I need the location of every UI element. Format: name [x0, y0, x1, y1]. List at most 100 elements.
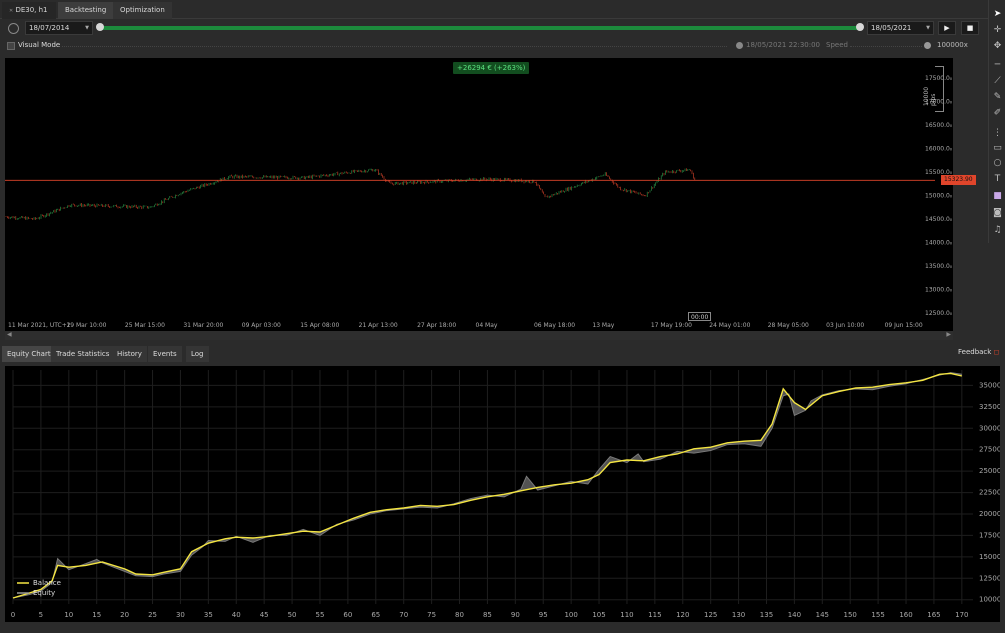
- feedback-button[interactable]: Feedback ◻: [958, 348, 999, 356]
- brush-icon[interactable]: ✐: [992, 108, 1003, 119]
- time-tick-label: 27 Apr 18:00: [417, 322, 456, 329]
- time-tick-label: 11 Mar 2021, UTC+2: [8, 322, 71, 329]
- pencil-icon[interactable]: ✎: [992, 92, 1003, 103]
- x-tick-label: 0: [11, 611, 15, 619]
- x-tick-label: 30: [176, 611, 185, 619]
- backtest-date-bar: 18/07/2014 ▼ 18/05/2021 ▼ ▶ ■: [0, 20, 988, 37]
- feedback-icon: ◻: [993, 348, 1000, 356]
- y-tick-label: 32500: [979, 403, 1000, 411]
- x-tick-label: 85: [483, 611, 492, 619]
- legend-label-equity: Equity: [33, 589, 55, 597]
- tab-backtesting[interactable]: Backtesting: [58, 2, 114, 19]
- period-slider-track[interactable]: [100, 26, 860, 30]
- y-tick-label: 30000: [979, 424, 1000, 432]
- y-tick-label: 35000: [979, 381, 1000, 389]
- equity-chart[interactable]: 10000 12500 15000 17500 20000 22500 25000 27500…: [5, 366, 1000, 622]
- y-tick-label: 20000: [979, 510, 1000, 518]
- y-tick-label: 27500: [979, 446, 1000, 454]
- price-tick-label: 16000.0₀: [925, 146, 953, 153]
- crosshair-time-tag: 00:00: [688, 312, 712, 321]
- x-tick-label: 45: [260, 611, 269, 619]
- x-tick-label: 155: [871, 611, 884, 619]
- y-tick-label: 15000: [979, 553, 1000, 561]
- price-tick-label: 13000.0₀: [925, 286, 953, 293]
- play-button[interactable]: ▶: [938, 21, 956, 35]
- x-tick-label: 65: [371, 611, 380, 619]
- x-tick-label: 90: [511, 611, 520, 619]
- x-tick-label: 10: [64, 611, 73, 619]
- slider-start-handle[interactable]: [96, 23, 104, 31]
- color-swatch-icon[interactable]: ■: [992, 191, 1003, 202]
- move-icon[interactable]: ✥: [992, 41, 1003, 52]
- settings-circle-button[interactable]: [8, 23, 19, 34]
- current-time: 18/05/2021 22:30:00: [746, 41, 821, 49]
- tab-trade-statistics[interactable]: Trade Statistics: [51, 346, 115, 362]
- start-date-field[interactable]: 18/07/2014 ▼: [25, 21, 93, 35]
- text-icon[interactable]: T: [992, 174, 1003, 185]
- price-tick-label: 12500.0₀: [925, 310, 953, 317]
- ellipse-icon[interactable]: ○: [992, 158, 1003, 169]
- x-tick-label: 40: [232, 611, 241, 619]
- y-tick-label: 12500: [979, 574, 1000, 582]
- end-date-value: 18/05/2021: [871, 24, 912, 32]
- crosshair-icon[interactable]: ✛: [992, 25, 1003, 36]
- rectangle-icon[interactable]: ▭: [992, 143, 1003, 154]
- divider: [62, 46, 727, 47]
- x-tick-label: 165: [927, 611, 940, 619]
- bell-icon[interactable]: ♫: [992, 225, 1003, 236]
- tab-events[interactable]: Events: [148, 346, 182, 362]
- price-chart[interactable]: 17500.0₀ 17000.0₀ 16500.0₀ 16000.0₀ 15500.0₀…: [5, 58, 976, 331]
- time-tick-label: 21 Apr 13:00: [359, 322, 398, 329]
- x-tick-label: 145: [816, 611, 829, 619]
- x-tick-label: 140: [788, 611, 801, 619]
- price-tick-label: 13500.0₀: [925, 263, 953, 270]
- tab-history[interactable]: History: [112, 346, 147, 362]
- y-tick-label: 17500: [979, 531, 1000, 539]
- tab-symbol[interactable]: ✕ DE30, h1: [2, 2, 56, 19]
- chart-scrollbar[interactable]: ◀ ▶: [5, 331, 953, 340]
- tab-log[interactable]: Log: [186, 346, 209, 362]
- horizontal-line-icon[interactable]: ─: [992, 60, 1003, 71]
- close-icon[interactable]: ✕: [9, 8, 13, 14]
- price-tick-label: 15000.0₀: [925, 193, 953, 200]
- legend-label-balance: Balance: [33, 579, 61, 587]
- time-tick-label: 03 Jun 10:00: [826, 322, 864, 329]
- visual-mode-checkbox[interactable]: [7, 42, 15, 50]
- camera-icon[interactable]: ◙: [992, 208, 1003, 219]
- x-tick-label: 80: [455, 611, 464, 619]
- y-tick-label: 22500: [979, 489, 1000, 497]
- x-tick-label: 25: [148, 611, 157, 619]
- tab-optimization[interactable]: Optimization: [113, 2, 172, 19]
- price-tick-label: 16500.0₀: [925, 122, 953, 129]
- time-tick-label: 19 Mar 10:00: [66, 322, 106, 329]
- speed-slider[interactable]: [850, 46, 922, 47]
- tab-equity-chart[interactable]: Equity Chart: [2, 346, 56, 362]
- x-tick-label: 105: [592, 611, 605, 619]
- price-chart-canvas[interactable]: 17500.0₀17000.0₀16500.0₀16000.0₀15500.0₀…: [5, 58, 953, 331]
- time-dot-icon: [736, 42, 743, 49]
- speed-handle[interactable]: [924, 42, 931, 49]
- end-date-field[interactable]: 18/05/2021 ▼: [867, 21, 934, 35]
- fibonacci-icon[interactable]: ⋮: [992, 128, 1003, 139]
- time-tick-label: 17 May 19:00: [651, 322, 692, 329]
- time-tick-label: 25 Mar 15:00: [125, 322, 165, 329]
- x-tick-label: 35: [204, 611, 213, 619]
- slider-end-handle[interactable]: [856, 23, 864, 31]
- x-tick-label: 75: [427, 611, 436, 619]
- y-tick-label: 25000: [979, 467, 1000, 475]
- cursor-icon[interactable]: ➤: [992, 9, 1003, 20]
- current-price-tag: 15323.90: [941, 175, 976, 185]
- top-tab-bar: ✕ DE30, h1 Backtesting Optimization: [0, 0, 988, 19]
- x-tick-label: 160: [899, 611, 912, 619]
- trendline-icon[interactable]: ⟋: [992, 76, 1003, 87]
- equity-chart-canvas[interactable]: 10000 12500 15000 17500 20000 22500 25000 27500…: [5, 366, 1000, 622]
- x-tick-label: 130: [732, 611, 745, 619]
- x-tick-label: 70: [399, 611, 408, 619]
- x-tick-label: 15: [92, 611, 101, 619]
- scroll-left-icon[interactable]: ◀: [7, 331, 12, 338]
- x-tick-label: 55: [316, 611, 325, 619]
- stop-button[interactable]: ■: [961, 21, 979, 35]
- feedback-label: Feedback: [958, 348, 992, 356]
- scroll-right-icon[interactable]: ▶: [946, 331, 951, 338]
- drawing-toolbar: ➤ ✛ ✥ ─ ⟋ ✎ ✐ ⋮ ▭ ○ T ■ ◙ ♫: [988, 0, 1005, 243]
